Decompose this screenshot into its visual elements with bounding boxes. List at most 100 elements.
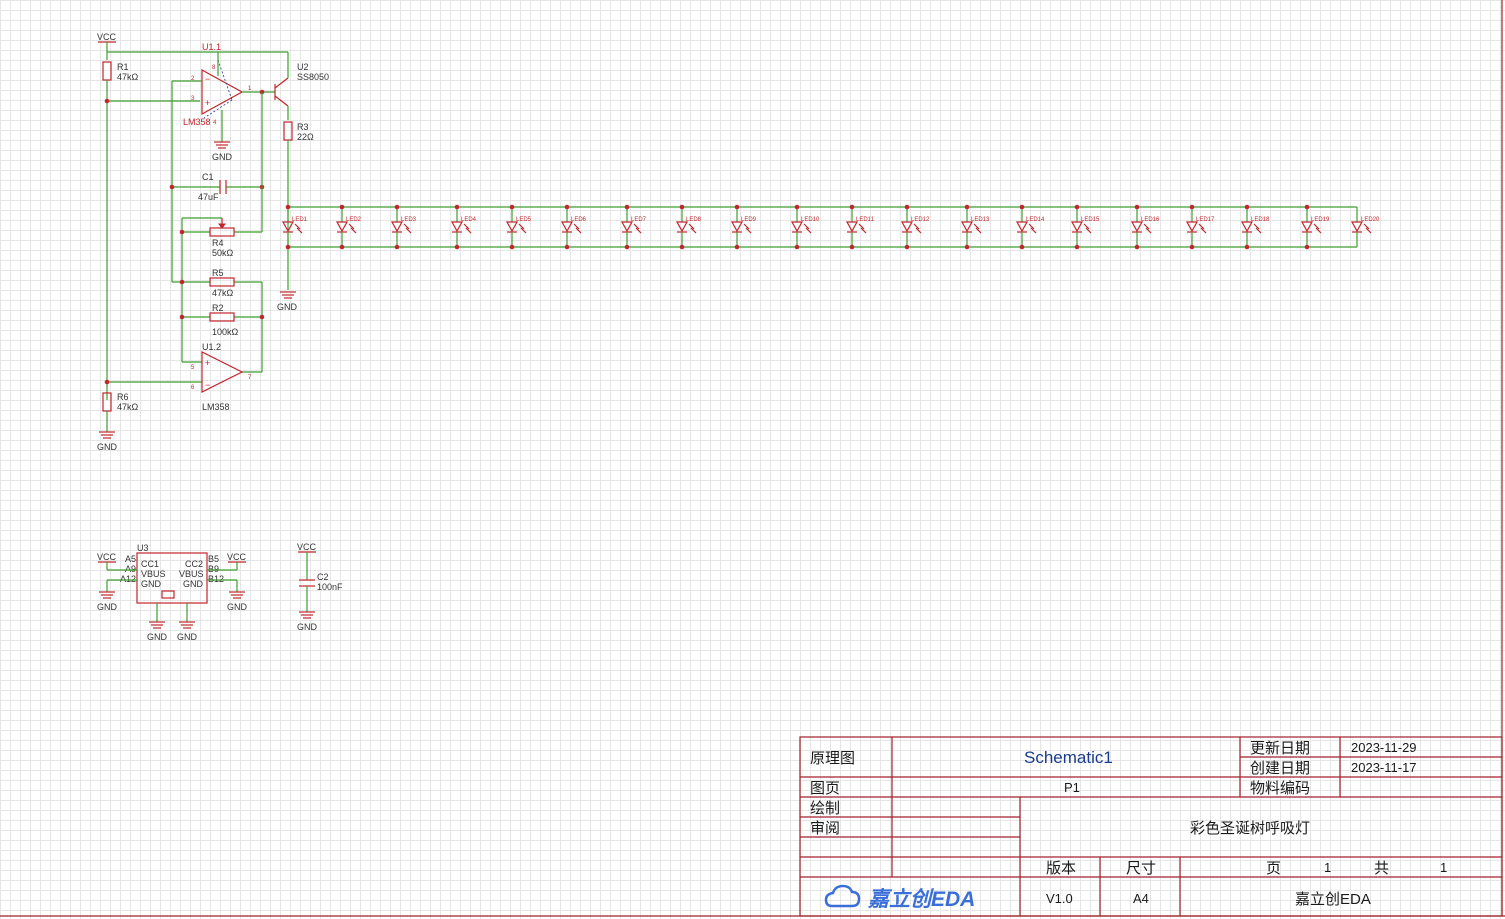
tb-size-value: A4: [1133, 891, 1149, 906]
usb-connector-u3[interactable]: U3 A5 A9 A12 B5 B9 B12 CC1 VBUS GND CC2 …: [120, 543, 224, 604]
svg-text:U3: U3: [137, 543, 149, 553]
led-12[interactable]: LED12: [900, 204, 930, 250]
svg-text:R1: R1: [117, 62, 129, 72]
tb-size-label: 尺寸: [1126, 860, 1156, 877]
led-label: LED15: [1081, 217, 1100, 223]
svg-text:VCC: VCC: [97, 32, 117, 42]
svg-text:7: 7: [248, 375, 252, 381]
tb-version-value: V1.0: [1046, 891, 1073, 906]
vcc-symbol-c2[interactable]: VCC: [297, 542, 317, 553]
led-label: LED13: [971, 217, 990, 223]
gnd-symbol-u3-shield-2[interactable]: GND: [177, 621, 198, 642]
led-10[interactable]: LED10: [790, 204, 820, 250]
led-20[interactable]: LED20: [1350, 207, 1380, 247]
svg-text:−: −: [205, 74, 210, 84]
vcc-symbol-top[interactable]: VCC: [97, 32, 117, 43]
svg-text:GND: GND: [212, 152, 233, 162]
led-3[interactable]: LED3: [390, 204, 417, 250]
svg-text:U1.1: U1.1: [202, 42, 221, 52]
led-label: LED3: [401, 217, 417, 223]
jlc-eda-logo: 嘉立创EDA: [824, 884, 975, 911]
svg-text:U2: U2: [297, 62, 309, 72]
gnd-symbol-u1[interactable]: GND: [212, 141, 233, 162]
svg-text:GND: GND: [183, 579, 204, 589]
svg-text:R2: R2: [212, 303, 224, 313]
tb-version-label: 版本: [1046, 860, 1076, 877]
gnd-symbol-u3-right[interactable]: GND: [227, 591, 248, 612]
led-18[interactable]: LED18: [1240, 204, 1270, 250]
svg-text:8: 8: [212, 65, 216, 71]
svg-text:GND: GND: [227, 602, 248, 612]
led-5[interactable]: LED5: [505, 204, 532, 250]
gnd-symbol-r6[interactable]: GND: [97, 431, 118, 452]
led-1[interactable]: LED1: [281, 204, 308, 250]
svg-text:VCC: VCC: [97, 552, 117, 562]
svg-text:B5: B5: [208, 554, 219, 564]
led-8[interactable]: LED8: [675, 204, 702, 250]
vcc-symbol-u3-right[interactable]: VCC: [227, 552, 247, 563]
led-2[interactable]: LED2: [335, 204, 362, 250]
gnd-symbol-u3-left[interactable]: GND: [97, 591, 118, 612]
schematic-drawing[interactable]: VCC R1 47kΩ U1.1 LM358 2 3 1 8 4 − + GND: [0, 0, 1505, 919]
vcc-symbol-u3-left[interactable]: VCC: [97, 552, 117, 563]
svg-text:C2: C2: [317, 572, 329, 582]
led-array: LED1 LED2 LED3 LED4 LED5 LED6 LED7 LED8 LED9 LED1…: [281, 204, 1380, 250]
led-9[interactable]: LED9: [730, 204, 757, 250]
tb-project-title: 彩色圣诞树呼吸灯: [1190, 820, 1310, 837]
gnd-symbol-u3-shield-1[interactable]: GND: [147, 621, 168, 642]
led-label: LED9: [741, 217, 757, 223]
svg-text:VBUS: VBUS: [179, 569, 204, 579]
svg-text:C1: C1: [202, 172, 214, 182]
tb-bom-label: 物料编码: [1250, 780, 1310, 797]
led-14[interactable]: LED14: [1015, 204, 1045, 250]
tb-update-date: 2023-11-29: [1351, 740, 1417, 755]
svg-text:LM358: LM358: [202, 402, 230, 412]
opamp-u1-2[interactable]: U1.2 LM358 5 6 7 + −: [191, 342, 252, 412]
led-15[interactable]: LED15: [1070, 204, 1100, 250]
gnd-symbol-leds[interactable]: GND: [277, 291, 298, 312]
svg-text:GND: GND: [141, 579, 162, 589]
led-label: LED4: [461, 217, 477, 223]
resistor-r3[interactable]: R3 22Ω: [283, 121, 314, 142]
svg-text:100kΩ: 100kΩ: [212, 327, 239, 337]
resistor-r5[interactable]: R5 47kΩ: [209, 268, 235, 298]
led-6[interactable]: LED6: [560, 204, 587, 250]
svg-text:A9: A9: [125, 564, 136, 574]
svg-text:+: +: [205, 98, 210, 108]
gnd-symbol-c2[interactable]: GND: [297, 611, 318, 632]
led-17[interactable]: LED17: [1185, 204, 1215, 250]
led-4[interactable]: LED4: [450, 204, 477, 250]
resistor-r2[interactable]: R2 100kΩ: [209, 303, 239, 337]
svg-text:5: 5: [191, 365, 195, 371]
led-16[interactable]: LED16: [1130, 204, 1160, 250]
resistor-r6[interactable]: R6 47kΩ: [102, 392, 139, 412]
tb-total-label: 共: [1374, 860, 1389, 877]
led-11[interactable]: LED11: [845, 204, 875, 250]
resistor-r1[interactable]: R1 47kΩ: [102, 61, 139, 82]
svg-text:A5: A5: [125, 554, 136, 564]
svg-text:CC1: CC1: [141, 559, 159, 569]
led-13[interactable]: LED13: [960, 204, 990, 250]
svg-text:R3: R3: [297, 122, 309, 132]
potentiometer-r4[interactable]: R4 50kΩ: [209, 218, 235, 258]
led-7[interactable]: LED7: [620, 204, 647, 250]
capacitor-c2[interactable]: C2 100nF: [299, 572, 343, 592]
svg-text:22Ω: 22Ω: [297, 132, 314, 142]
svg-text:R6: R6: [117, 392, 129, 402]
svg-text:B9: B9: [208, 564, 219, 574]
svg-text:SS8050: SS8050: [297, 72, 329, 82]
led-label: LED20: [1361, 217, 1380, 223]
transistor-u2[interactable]: U2 SS8050: [274, 62, 329, 107]
svg-text:GND: GND: [97, 442, 118, 452]
svg-text:VBUS: VBUS: [141, 569, 166, 579]
svg-text:GND: GND: [147, 632, 168, 642]
led-label: LED5: [516, 217, 532, 223]
led-label: LED11: [856, 217, 875, 223]
svg-text:4: 4: [213, 120, 217, 126]
tb-drawn-label: 绘制: [810, 800, 840, 817]
svg-text:50kΩ: 50kΩ: [212, 248, 234, 258]
cloud-icon: [824, 884, 861, 908]
tb-create-date: 2023-11-17: [1351, 760, 1417, 775]
led-label: LED2: [346, 217, 362, 223]
led-19[interactable]: LED19: [1300, 204, 1330, 250]
